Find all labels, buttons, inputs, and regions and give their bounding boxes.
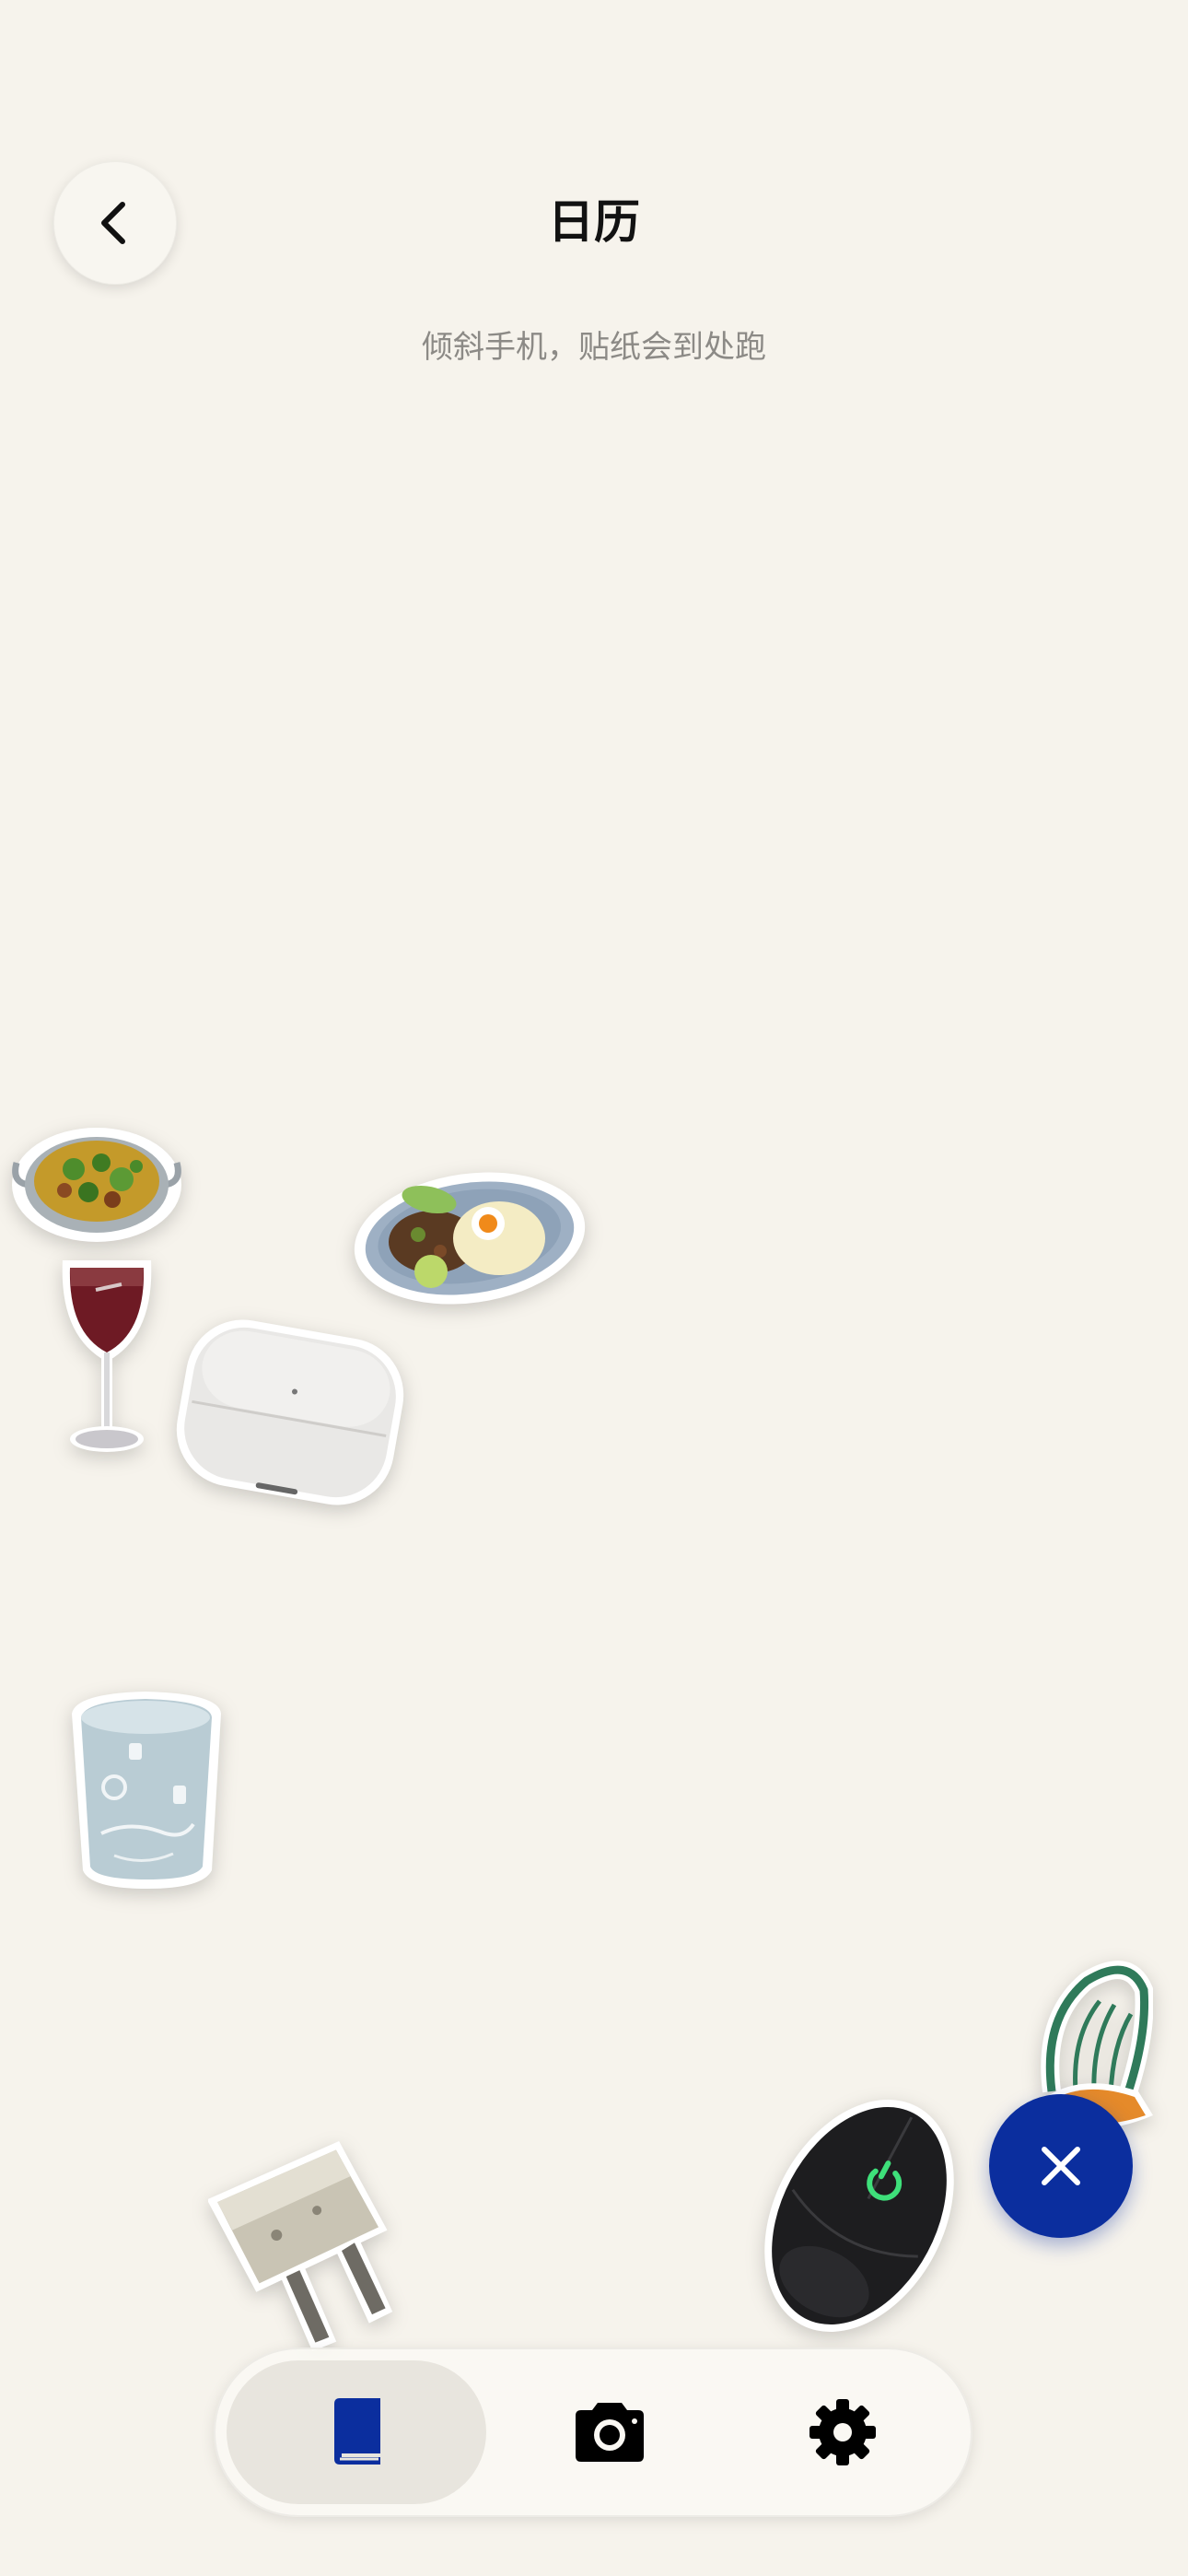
book-icon (334, 2398, 380, 2465)
rice-plate-sticker[interactable] (352, 1163, 588, 1310)
tab-camera[interactable] (499, 2360, 720, 2504)
gaming-mouse-sticker[interactable] (742, 2086, 976, 2346)
power-plug-sticker[interactable] (208, 2136, 420, 2357)
close-button[interactable] (989, 2094, 1133, 2238)
camera-icon (576, 2403, 644, 2462)
tab-settings[interactable] (726, 2360, 960, 2504)
page-title: 日历 (548, 195, 640, 249)
gear-icon (809, 2399, 876, 2465)
close-icon (1042, 2147, 1080, 2185)
glass-cup-sticker[interactable] (64, 1686, 228, 1892)
airpods-case-sticker[interactable] (168, 1308, 413, 1516)
wine-glass-sticker[interactable] (50, 1244, 164, 1465)
tab-diary[interactable] (227, 2360, 486, 2504)
curry-bowl-sticker[interactable] (9, 1118, 184, 1247)
tilt-hint-text: 倾斜手机，贴纸会到处跑 (422, 329, 766, 366)
bottom-tab-bar (214, 2348, 973, 2517)
